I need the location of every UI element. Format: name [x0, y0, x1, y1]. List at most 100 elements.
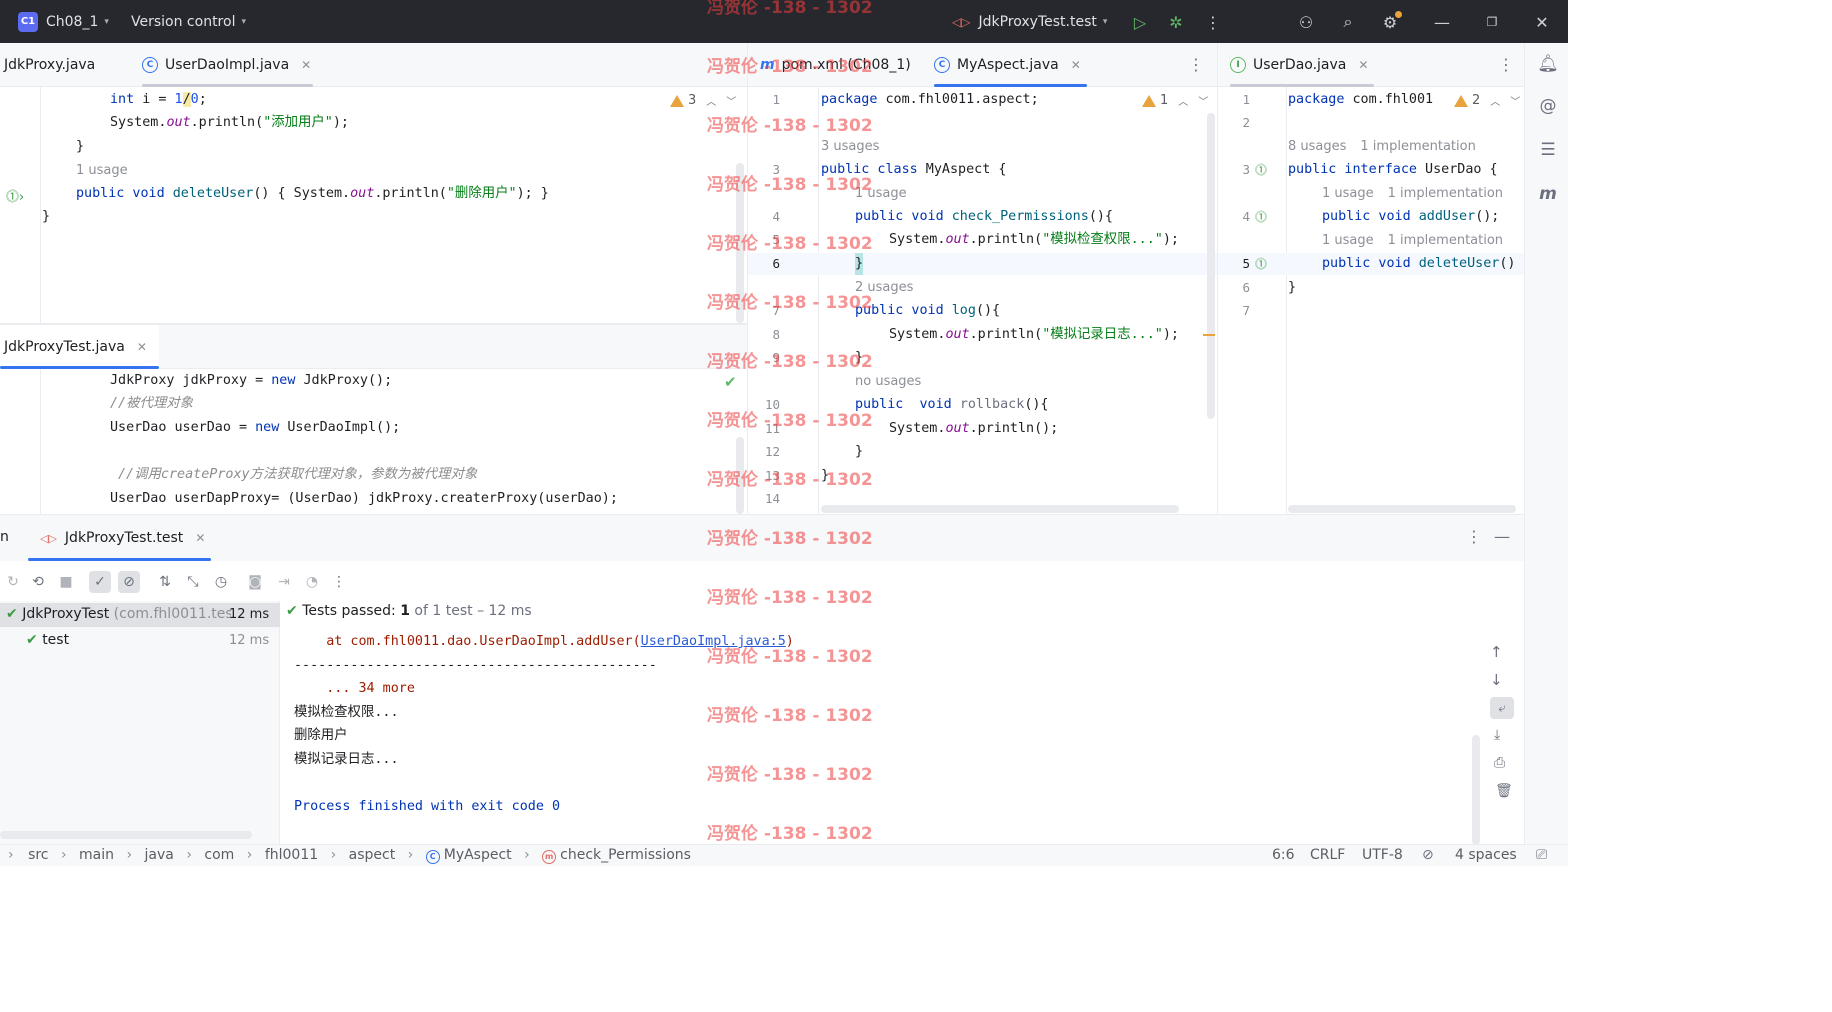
- scroll-to-end-icon[interactable]: ⤓: [1494, 727, 1500, 743]
- code-line[interactable]: System.out.println("添加用户");: [110, 112, 349, 134]
- close-tab-icon[interactable]: ✕: [1358, 58, 1368, 72]
- code-line[interactable]: public void rollback(){: [855, 394, 1049, 416]
- print-icon[interactable]: ⎙: [1494, 755, 1505, 771]
- breadcrumb-item[interactable]: com: [204, 847, 234, 863]
- chevron-down-icon[interactable]: ﹀: [1510, 93, 1520, 108]
- output-line[interactable]: ----------------------------------------…: [294, 654, 657, 677]
- show-passed-icon[interactable]: ✓: [89, 571, 111, 593]
- breadcrumb-item[interactable]: aspect: [349, 847, 396, 863]
- code-line[interactable]: }: [76, 136, 84, 158]
- code-line[interactable]: }: [855, 253, 864, 275]
- trash-icon[interactable]: 🗑︎: [1495, 783, 1513, 799]
- chevron-up-icon[interactable]: ︿: [1178, 93, 1188, 108]
- run-config-selector[interactable]: ◁▷ JdkProxyTest.test ▾: [952, 0, 1107, 43]
- code-line[interactable]: }: [42, 206, 50, 228]
- minimize-icon[interactable]: —: [1432, 12, 1452, 32]
- implemented-gutter-icon[interactable]: ⓵: [1255, 161, 1267, 178]
- database-icon[interactable]: ☰: [1537, 139, 1559, 161]
- code-comment[interactable]: //被代理对象: [110, 393, 193, 415]
- code-line[interactable]: public interface UserDao {: [1288, 159, 1498, 181]
- output-line[interactable]: ... 34 more: [294, 677, 415, 700]
- warning-indicator[interactable]: 1 ︿ ﹀: [1142, 93, 1208, 108]
- breadcrumb-item[interactable]: main: [79, 847, 114, 863]
- usage-hint[interactable]: 1 usage 1 implementation: [1322, 184, 1503, 204]
- debug-icon[interactable]: ✲: [1166, 12, 1186, 32]
- output-line[interactable]: Process finished with exit code 0: [294, 795, 560, 818]
- code-comment[interactable]: //调用createProxy方法获取代理对象，参数为被代理对象: [118, 464, 477, 486]
- usage-hint[interactable]: 8 usages 1 implementation: [1288, 137, 1476, 157]
- usage-hint[interactable]: no usages: [855, 372, 921, 392]
- arrow-up-icon[interactable]: ↑: [1490, 643, 1503, 661]
- code-line[interactable]: JdkProxy jdkProxy = new JdkProxy();: [110, 370, 392, 392]
- more-icon[interactable]: ⋮: [1188, 55, 1204, 74]
- horizontal-scrollbar[interactable]: [821, 505, 1179, 513]
- tab-myaspect[interactable]: C MyAspect.java ✕: [934, 43, 1087, 87]
- collapse-icon[interactable]: ⤡: [182, 571, 204, 593]
- code-line[interactable]: System.out.println();: [889, 418, 1058, 440]
- chevron-up-icon[interactable]: ︿: [1490, 93, 1500, 108]
- breadcrumb-item[interactable]: MyAspect: [444, 847, 512, 863]
- code-line[interactable]: public void log(){: [855, 300, 1000, 322]
- code-line[interactable]: System.out.println("模拟记录日志...");: [889, 324, 1179, 346]
- rerun-icon[interactable]: ↻: [2, 571, 24, 593]
- close-tab-icon[interactable]: ✕: [195, 531, 205, 545]
- ai-assistant-icon[interactable]: @: [1537, 95, 1559, 117]
- soft-wrap-icon[interactable]: ⤶: [1490, 697, 1514, 719]
- code-line[interactable]: public void check_Permissions(){: [855, 206, 1113, 228]
- code-line[interactable]: package com.fhl0011.aspect;: [821, 89, 1039, 111]
- tab-userdaoimpl[interactable]: C UserDaoImpl.java ✕: [142, 43, 314, 87]
- import-icon[interactable]: ⇥: [273, 571, 295, 593]
- tab-run-config[interactable]: ◁▷ JdkProxyTest.test ✕: [28, 515, 212, 561]
- code-line[interactable]: }: [1288, 277, 1296, 299]
- tab-jdkproxy[interactable]: JdkProxy.java: [4, 43, 95, 87]
- project-selector[interactable]: C1 Ch08_1 ▾: [18, 0, 109, 43]
- more-icon[interactable]: ⋮: [1498, 55, 1514, 74]
- code-line[interactable]: public void deleteUser() { System.out.pr…: [76, 183, 549, 205]
- horizontal-scrollbar[interactable]: [0, 831, 252, 839]
- restore-icon[interactable]: ❐: [1482, 12, 1502, 32]
- code-line[interactable]: public void addUser();: [1322, 206, 1499, 228]
- search-icon[interactable]: ⌕: [1338, 12, 1358, 32]
- more-icon[interactable]: ⋮: [1466, 527, 1482, 546]
- close-tab-icon[interactable]: ✕: [301, 58, 311, 72]
- breadcrumb-item[interactable]: fhl0011: [265, 847, 318, 863]
- maven-icon[interactable]: m: [1537, 183, 1559, 205]
- usage-hint[interactable]: 1 usage 1 implementation: [1322, 231, 1503, 251]
- usage-hint[interactable]: 3 usages: [821, 137, 879, 157]
- scrollbar[interactable]: [1472, 735, 1480, 845]
- warning-indicator[interactable]: 3 ︿ ﹀: [670, 93, 736, 108]
- stop-icon[interactable]: ■: [55, 571, 77, 593]
- inspection-icon[interactable]: ⊘: [1422, 847, 1434, 863]
- chevron-down-icon[interactable]: ﹀: [726, 93, 736, 108]
- chevron-down-icon[interactable]: ﹀: [1198, 93, 1208, 108]
- implemented-gutter-icon[interactable]: ⓵: [1255, 208, 1267, 225]
- code-line[interactable]: int i = 1/0;: [110, 89, 207, 111]
- coverage-icon[interactable]: ◔: [301, 571, 323, 593]
- tab-userdao[interactable]: I UserDao.java ✕: [1230, 43, 1375, 87]
- warning-marker[interactable]: [1203, 334, 1215, 336]
- run-icon[interactable]: ▷: [1130, 12, 1150, 32]
- close-tab-icon[interactable]: ✕: [137, 340, 147, 354]
- lock-icon[interactable]: ⎚: [1536, 847, 1547, 863]
- add-user-icon[interactable]: ⚇: [1296, 12, 1316, 32]
- camera-icon[interactable]: ◙: [244, 571, 266, 593]
- code-line[interactable]: public void deleteUser(): [1322, 253, 1516, 275]
- caret-position[interactable]: 6:6: [1272, 847, 1295, 863]
- warning-indicator[interactable]: 2 ︿ ﹀: [1450, 93, 1521, 108]
- minimize-panel-icon[interactable]: —: [1494, 527, 1510, 546]
- file-encoding[interactable]: UTF-8: [1362, 847, 1403, 863]
- indent-setting[interactable]: 4 spaces: [1455, 847, 1517, 863]
- more-icon[interactable]: ⋮: [328, 571, 350, 593]
- code-line[interactable]: }: [855, 441, 863, 463]
- implemented-gutter-icon[interactable]: ⓵: [1255, 255, 1267, 272]
- close-tab-icon[interactable]: ✕: [1071, 58, 1081, 72]
- close-icon[interactable]: ✕: [1532, 12, 1552, 32]
- output-line[interactable]: 删除用户: [294, 724, 348, 747]
- show-ignored-icon[interactable]: ⊘: [118, 571, 140, 593]
- test-tree-row[interactable]: ✔ test: [26, 632, 69, 648]
- chevron-up-icon[interactable]: ︿: [706, 93, 716, 108]
- output-line[interactable]: 模拟记录日志...: [294, 748, 399, 771]
- history-icon[interactable]: ◷: [210, 571, 232, 593]
- horizontal-scrollbar[interactable]: [1288, 505, 1516, 513]
- implements-gutter-icon[interactable]: ⓵›: [6, 186, 24, 205]
